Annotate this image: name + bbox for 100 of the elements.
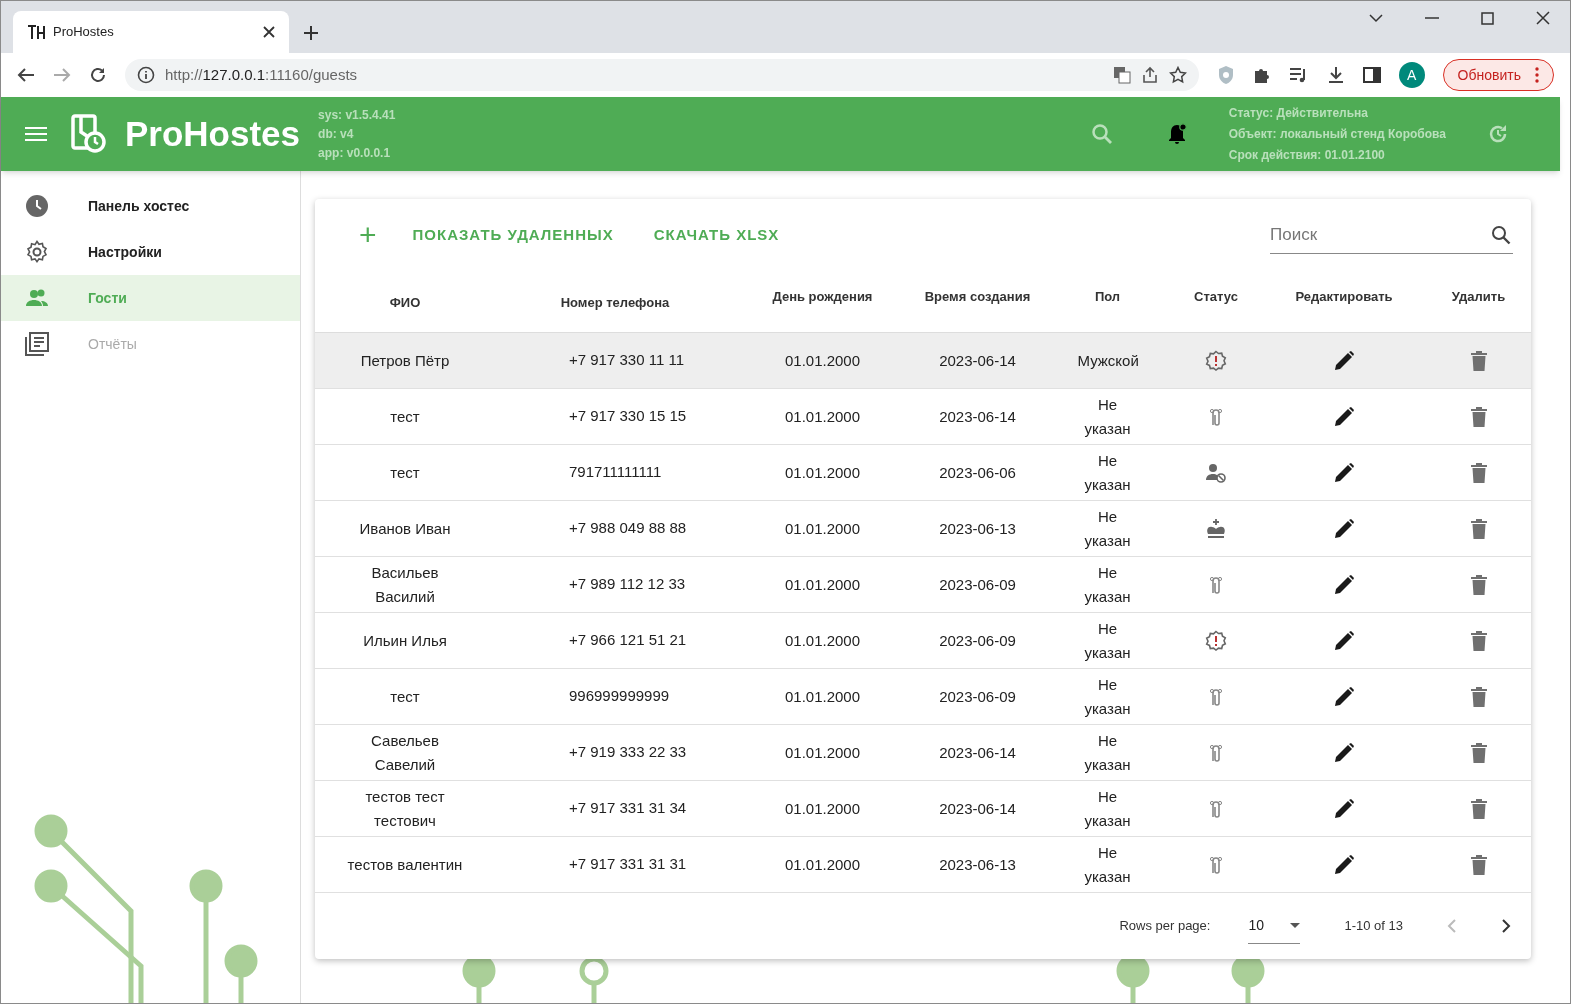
edit-icon[interactable] <box>1333 685 1355 708</box>
browser-tab[interactable]: ProHostes <box>13 11 289 53</box>
search-field[interactable]: Поиск <box>1270 216 1513 254</box>
close-icon[interactable] <box>263 26 275 38</box>
table-row[interactable]: тест +7 917 330 15 15 01.01.2000 2023-06-14 Не указан <box>315 389 1531 445</box>
new-tab-icon[interactable] <box>303 25 319 41</box>
table-cell-text: Не указан <box>1083 730 1132 775</box>
table-cell-text: Не указан <box>1083 562 1132 607</box>
table-cell-text: тест <box>389 686 421 707</box>
caret-icon <box>1290 923 1301 928</box>
column-header: Номер телефона <box>560 293 670 312</box>
table-cell-text: 2023-06-14 <box>939 742 1016 763</box>
edit-icon[interactable] <box>1333 797 1355 820</box>
table-cell-text: +7 917 331 31 34 <box>569 798 687 819</box>
license-text: Срок действия: 01.01.2100 <box>1228 146 1386 164</box>
puzzle-icon[interactable] <box>1252 66 1271 84</box>
table-cell-text: 01.01.2000 <box>784 350 861 371</box>
sidebar-item[interactable]: Панель хостес <box>1 183 300 229</box>
chevron-down-icon[interactable] <box>1369 13 1383 23</box>
table-cell-text: Не указан <box>1083 842 1132 887</box>
settings-icon <box>25 240 49 264</box>
table-cell-text: 01.01.2000 <box>784 518 861 539</box>
table-cell-text: 01.01.2000 <box>784 854 861 875</box>
rows-per-page-select[interactable]: 10 <box>1248 908 1301 944</box>
close-icon[interactable] <box>1536 11 1550 25</box>
reload-icon[interactable] <box>89 66 107 84</box>
user-blocked-icon <box>1205 461 1227 484</box>
delete-icon[interactable] <box>1469 461 1488 484</box>
more-icon[interactable] <box>1535 67 1539 83</box>
license-text: Статус: Действительна <box>1228 104 1369 122</box>
search-icon <box>1491 225 1511 245</box>
table-cell-text: 2023-06-06 <box>939 462 1016 483</box>
address-bar[interactable]: http://127.0.0.1:11160/guests <box>125 59 1199 91</box>
column-header: Статус <box>1194 288 1238 306</box>
alert-badge-icon <box>1205 629 1227 652</box>
sidebar-label: Гости <box>88 288 127 308</box>
table-cell-text: 2023-06-14 <box>939 406 1016 427</box>
edit-icon[interactable] <box>1333 741 1355 764</box>
share-icon[interactable] <box>1140 66 1159 84</box>
edit-icon[interactable] <box>1333 349 1355 372</box>
maximize-icon[interactable] <box>1481 11 1494 25</box>
translate-icon[interactable] <box>1112 66 1131 84</box>
version-text: sys: v1.5.4.41 <box>318 107 396 124</box>
sidebar-label: Отчёты <box>88 334 137 354</box>
edit-icon[interactable] <box>1333 629 1355 652</box>
license-text: Объект: локальный стенд Коробова <box>1228 125 1446 143</box>
table-cell-text: 2023-06-09 <box>939 630 1016 651</box>
edit-icon[interactable] <box>1333 517 1355 540</box>
chevron-right-icon[interactable] <box>1501 919 1511 933</box>
table-cell-text: Не указан <box>1083 506 1132 551</box>
side-panel-icon[interactable] <box>1362 67 1381 83</box>
table-row[interactable]: Ильин Илья +7 966 121 51 21 01.01.2000 2023-06-09 Не указан <box>315 613 1531 669</box>
table-cell-text: 01.01.2000 <box>784 742 861 763</box>
download-icon[interactable] <box>1326 66 1345 84</box>
clock-icon <box>25 194 49 218</box>
table-cell-text: Не указан <box>1083 394 1132 439</box>
delete-icon[interactable] <box>1469 405 1488 428</box>
table-row[interactable]: Иванов Иван +7 988 049 88 88 01.01.2000 2023-06-13 Не указан <box>315 501 1531 557</box>
table-cell-text: Петров Пётр <box>359 350 451 371</box>
star-icon[interactable] <box>1168 66 1187 84</box>
table-row[interactable]: тест 791711111111 01.01.2000 2023-06-06 Не указан <box>315 445 1531 501</box>
table-row[interactable]: Петров Пётр +7 917 330 11 11 01.01.2000 2023-06-14 Мужской <box>315 333 1531 389</box>
table-cell-text: тест <box>389 406 421 427</box>
table-cell-text: +7 917 330 15 15 <box>569 406 687 427</box>
table-cell-text: 01.01.2000 <box>784 686 861 707</box>
delete-icon[interactable] <box>1469 685 1488 708</box>
sidebar-item[interactable]: Настройки <box>1 229 300 275</box>
table-cell-text: 01.01.2000 <box>784 406 861 427</box>
delete-icon[interactable] <box>1469 573 1488 596</box>
table-cell-text: 01.01.2000 <box>784 798 861 819</box>
table-cell-text: Иванов Иван <box>358 518 452 539</box>
table-row[interactable]: Савельев Савелий +7 919 333 22 33 01.01.2000 2023-06-14 Не указан <box>315 725 1531 781</box>
delete-icon[interactable] <box>1469 741 1488 764</box>
menu-icon[interactable] <box>25 126 47 142</box>
table-cell-text: тестов валентин <box>346 854 464 875</box>
table-row[interactable]: тестов тест тестович +7 917 331 31 34 01.01.2000 2023-06-14 Не указан <box>315 781 1531 837</box>
delete-icon[interactable] <box>1469 797 1488 820</box>
update-button[interactable]: Обновить <box>1442 59 1554 91</box>
table-cell-text: +7 989 112 12 33 <box>569 574 686 595</box>
delete-icon[interactable] <box>1469 349 1488 372</box>
delete-icon[interactable] <box>1469 629 1488 652</box>
table-row[interactable]: Васильев Василий +7 989 112 12 33 01.01.2000 2023-06-09 Не указан <box>315 557 1531 613</box>
edit-icon[interactable] <box>1333 573 1355 596</box>
table-row[interactable]: тест 996999999999 01.01.2000 2023-06-09 Не указан <box>315 669 1531 725</box>
table-cell-text: 996999999999 <box>569 686 670 707</box>
logo-icon <box>71 114 107 154</box>
crown-icon <box>1205 517 1227 540</box>
profile-avatar[interactable]: A <box>1398 62 1425 88</box>
edit-icon[interactable] <box>1333 405 1355 428</box>
table-cell-text: Не указан <box>1083 450 1132 495</box>
edit-icon[interactable] <box>1333 853 1355 876</box>
edit-icon[interactable] <box>1333 461 1355 484</box>
back-icon[interactable] <box>17 67 35 83</box>
delete-icon[interactable] <box>1469 853 1488 876</box>
table-cell-text: +7 988 049 88 88 <box>569 518 687 539</box>
table-row[interactable]: тестов валентин +7 917 331 31 31 01.01.2000 2023-06-13 Не указан <box>315 837 1531 893</box>
column-header: Пол <box>1094 288 1121 306</box>
delete-icon[interactable] <box>1469 517 1488 540</box>
table-cell-text: +7 917 331 31 31 <box>569 854 687 875</box>
rows-per-page-label: Rows per page: <box>1119 917 1211 936</box>
